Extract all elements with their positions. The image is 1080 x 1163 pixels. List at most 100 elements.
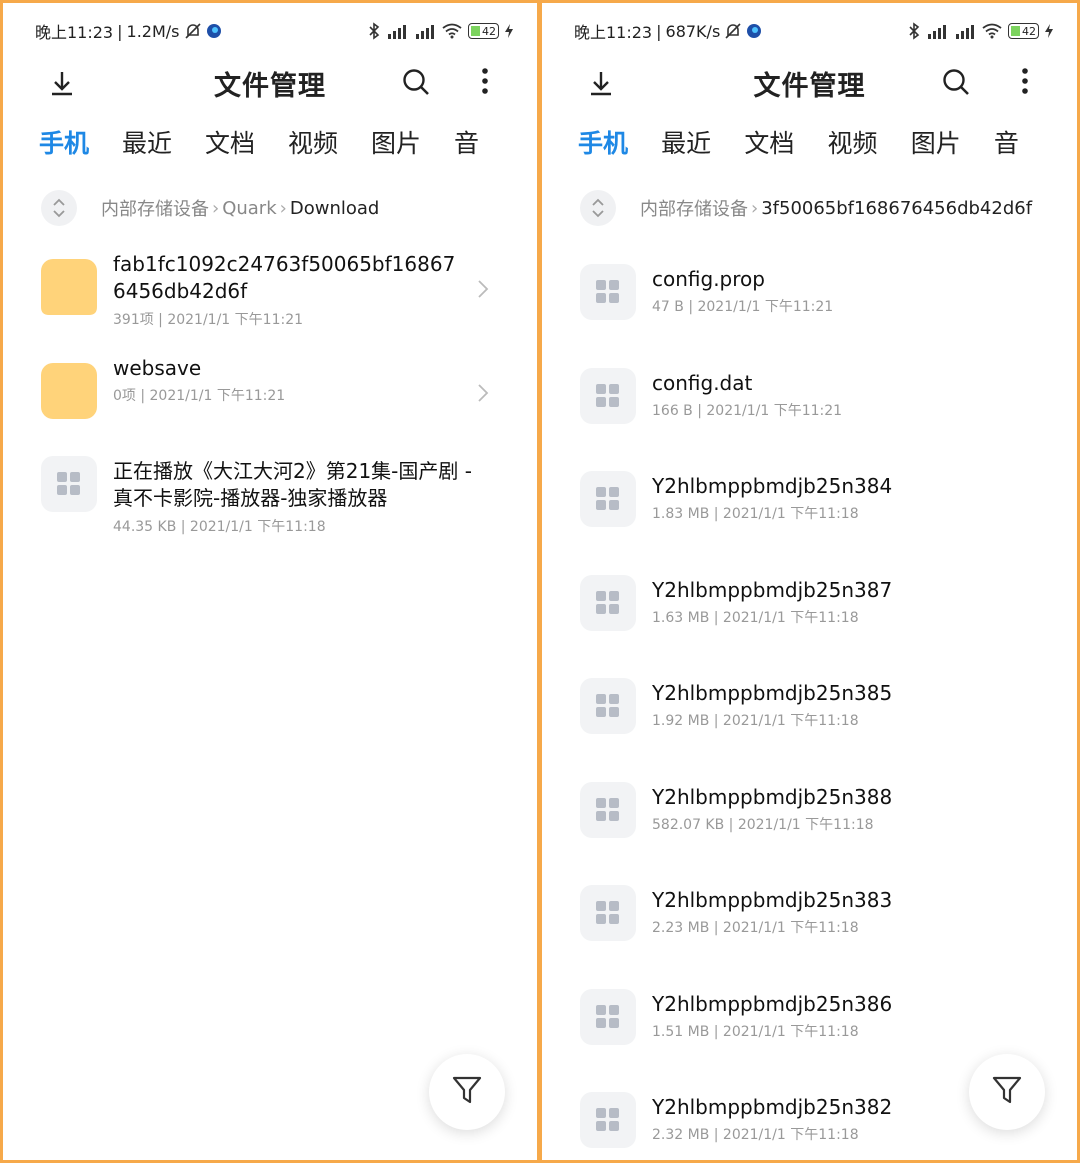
tab-documents[interactable]: 文档 [744, 124, 827, 168]
chevron-right-icon [477, 278, 489, 304]
list-item[interactable]: 正在播放《大江大河2》第21集-国产剧 - 真不卡影院-播放器-独家播放器 44… [3, 450, 537, 554]
mute-icon [184, 22, 202, 40]
status-time: 晚上11:23 [35, 23, 114, 42]
list-item[interactable]: fab1fc1092c24763f50065bf168676456db42d6f… [3, 243, 537, 347]
breadcrumb-item-quark[interactable]: Quark [222, 198, 276, 219]
list-item[interactable]: websave 0项 | 2021/1/1 下午11:21 [3, 347, 537, 451]
file-grid-icon [580, 885, 636, 941]
file-grid-icon [580, 264, 636, 320]
charging-icon [1045, 24, 1053, 38]
item-meta: 44.35 KB | 2021/1/1 下午11:18 [113, 519, 326, 535]
expand-collapse-icon[interactable] [580, 190, 616, 226]
file-grid-icon [580, 471, 636, 527]
bluetooth-icon [908, 22, 920, 40]
file-list: config.prop 47 B | 2021/1/1 下午11:21 conf… [542, 258, 1077, 1160]
search-icon[interactable] [941, 67, 971, 101]
item-meta: 582.07 KB | 2021/1/1 下午11:18 [652, 816, 874, 833]
tab-images[interactable]: 图片 [911, 124, 994, 168]
list-item[interactable]: Y2hlbmppbmdjb25n385 1.92 MB | 2021/1/1 下… [542, 672, 1077, 776]
bluetooth-icon [368, 22, 380, 40]
file-grid-icon [580, 678, 636, 734]
filter-icon [991, 1074, 1023, 1110]
item-meta: 1.92 MB | 2021/1/1 下午11:18 [652, 713, 859, 729]
tab-recent[interactable]: 最近 [122, 124, 205, 168]
signal-2-icon [414, 23, 436, 39]
item-name: Y2hlbmppbmdjb25n386 [652, 991, 893, 1016]
top-app-bar: 文件管理 [542, 58, 1077, 108]
item-meta: 1.83 MB | 2021/1/1 下午11:18 [652, 506, 859, 522]
item-meta: 166 B | 2021/1/1 下午11:21 [652, 402, 843, 419]
signal-1-icon [386, 23, 408, 39]
tab-phone[interactable]: 手机 [39, 124, 122, 168]
left-screen: 晚上11:23 | 1.2M/s 42 文件管理 手机 最近 文档 视频 图片 [3, 3, 537, 1160]
item-meta: 1.51 MB | 2021/1/1 下午11:18 [652, 1023, 859, 1040]
status-time: 晚上11:23 [574, 23, 653, 42]
breadcrumb-item-storage[interactable]: 内部存储设备 [101, 195, 209, 221]
app-indicator-icon [206, 23, 222, 39]
more-options-icon[interactable] [1021, 66, 1029, 100]
breadcrumb-item-storage[interactable]: 内部存储设备 [640, 195, 748, 221]
network-speed: 687K/s [665, 21, 721, 41]
breadcrumb-separator: › [212, 197, 220, 219]
item-name: Y2hlbmppbmdjb25n387 [652, 577, 893, 602]
top-app-bar: 文件管理 [3, 58, 537, 108]
battery-icon: 42 [468, 23, 499, 39]
status-bar: 晚上11:23 | 687K/s 42 [574, 17, 1053, 45]
page-title: 文件管理 [753, 71, 866, 102]
tab-videos[interactable]: 视频 [288, 124, 371, 168]
signal-1-icon [926, 23, 948, 39]
file-grid-icon [580, 781, 636, 838]
charging-icon [505, 24, 513, 38]
tab-documents[interactable]: 文档 [205, 124, 288, 168]
tab-recent[interactable]: 最近 [661, 124, 744, 168]
item-name: Y2hlbmppbmdjb25n385 [652, 681, 893, 705]
battery-icon: 42 [1008, 23, 1039, 39]
right-screen: 晚上11:23 | 687K/s 42 文件管理 手机 最近 文档 视频 图片 [542, 3, 1077, 1160]
search-icon[interactable] [401, 67, 431, 101]
list-item[interactable]: config.dat 166 B | 2021/1/1 下午11:21 [542, 362, 1077, 466]
status-bar: 晚上11:23 | 1.2M/s 42 [35, 17, 513, 45]
tab-images[interactable]: 图片 [371, 124, 454, 168]
breadcrumb-item-current-folder: 3f50065bf168676456db42d6f [761, 197, 1033, 219]
item-name: config.dat [652, 370, 753, 395]
page-title: 文件管理 [214, 71, 326, 102]
list-item[interactable]: Y2hlbmppbmdjb25n387 1.63 MB | 2021/1/1 下… [542, 569, 1077, 673]
wifi-icon [442, 23, 462, 39]
item-meta: 1.63 MB | 2021/1/1 下午11:18 [652, 609, 859, 626]
item-meta: 391项 | 2021/1/1 下午11:21 [113, 312, 304, 328]
file-grid-icon [580, 988, 636, 1045]
mute-icon [724, 22, 742, 40]
item-name: config.prop [652, 267, 765, 291]
item-name: Y2hlbmppbmdjb25n383 [652, 888, 893, 912]
list-item[interactable]: Y2hlbmppbmdjb25n388 582.07 KB | 2021/1/1… [542, 776, 1077, 880]
list-item[interactable]: Y2hlbmppbmdjb25n383 2.23 MB | 2021/1/1 下… [542, 879, 1077, 983]
item-name: websave [113, 355, 202, 380]
wifi-icon [982, 23, 1002, 39]
tab-audio[interactable]: 音 [994, 124, 1077, 168]
category-tabs: 手机 最近 文档 视频 图片 音 [578, 124, 1077, 168]
folder-icon [41, 362, 97, 419]
item-name: 正在播放《大江大河2》第21集-国产剧 - 真不卡影院-播放器-独家播放器 [113, 459, 472, 510]
list-item[interactable]: config.prop 47 B | 2021/1/1 下午11:21 [542, 258, 1077, 362]
item-name: fab1fc1092c24763f50065bf168676456db42d6f [113, 252, 456, 303]
category-tabs: 手机 最近 文档 视频 图片 音 [39, 124, 537, 168]
tab-phone[interactable]: 手机 [578, 124, 661, 168]
tab-videos[interactable]: 视频 [828, 124, 911, 168]
breadcrumb-separator: › [279, 197, 287, 219]
list-item[interactable]: Y2hlbmppbmdjb25n384 1.83 MB | 2021/1/1 下… [542, 465, 1077, 569]
more-options-icon[interactable] [481, 66, 489, 100]
item-name: Y2hlbmppbmdjb25n388 [652, 784, 893, 809]
filter-icon [451, 1074, 483, 1110]
filter-button[interactable] [969, 1054, 1045, 1130]
signal-2-icon [954, 23, 976, 39]
app-indicator-icon [746, 23, 762, 39]
breadcrumb-separator: › [751, 197, 759, 219]
expand-collapse-icon[interactable] [41, 190, 77, 226]
folder-icon [41, 259, 97, 315]
item-name: Y2hlbmppbmdjb25n384 [652, 474, 893, 498]
file-grid-icon [580, 1092, 636, 1148]
filter-button[interactable] [429, 1054, 505, 1130]
item-meta: 0项 | 2021/1/1 下午11:21 [113, 387, 286, 404]
tab-audio[interactable]: 音 [454, 124, 537, 168]
breadcrumb-item-download: Download [289, 197, 380, 219]
